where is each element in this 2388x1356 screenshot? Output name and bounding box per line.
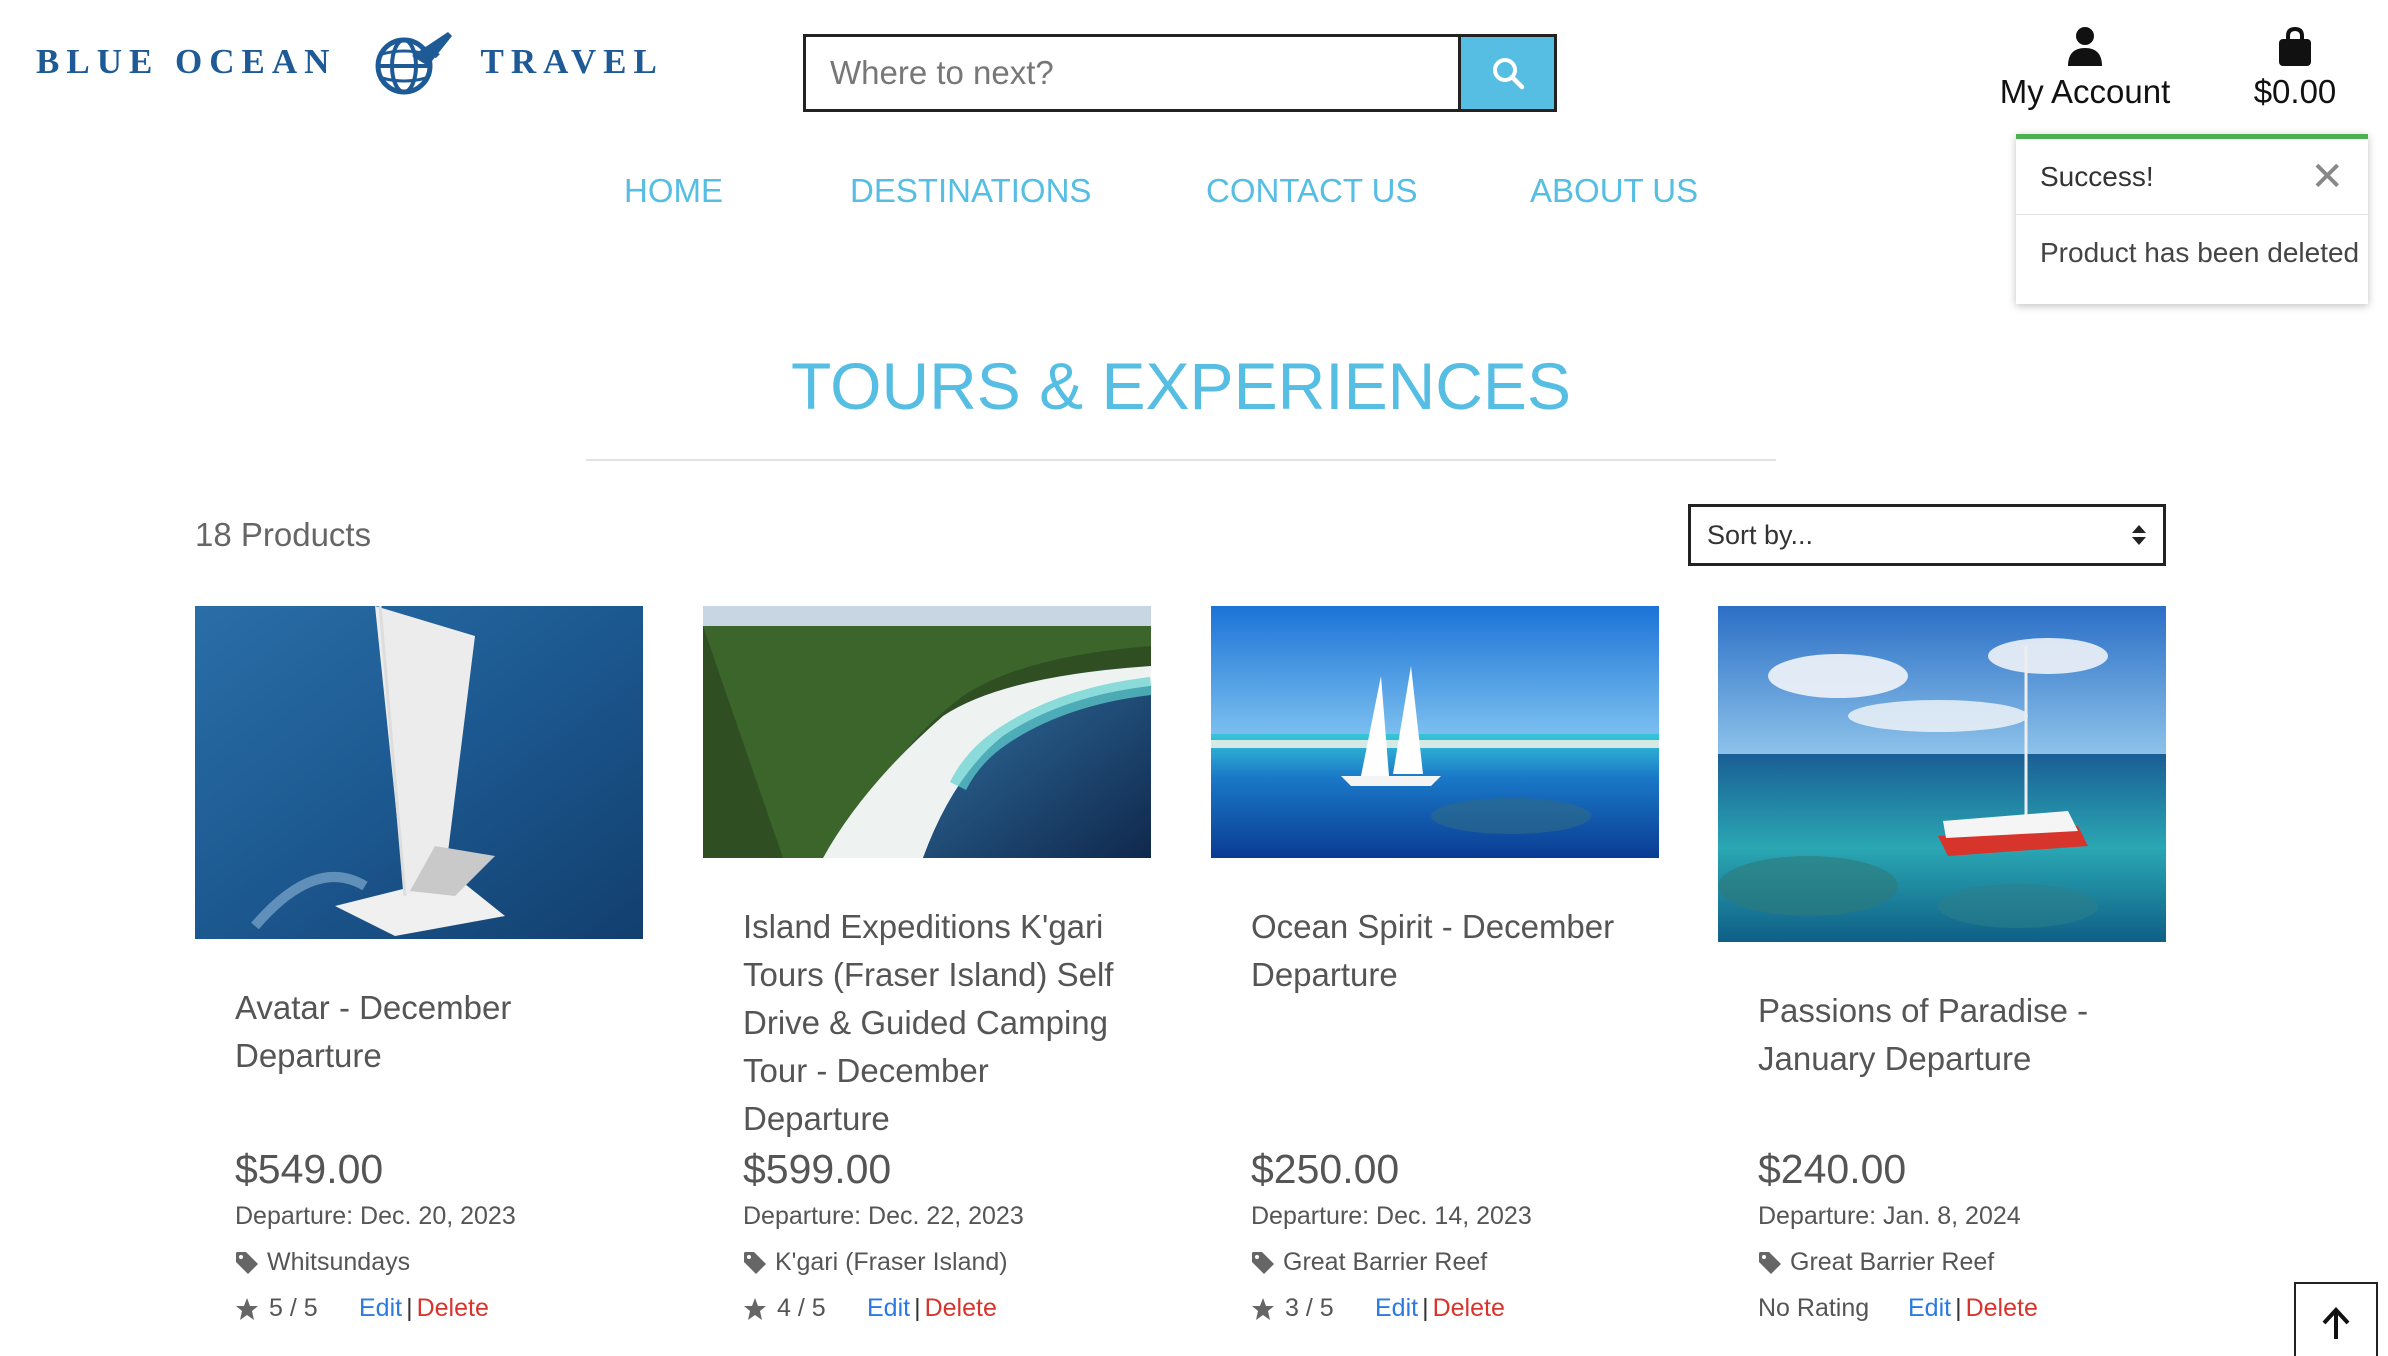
rating-value: 4 / 5 [777,1294,826,1322]
product-image[interactable] [703,606,1151,858]
nav-destinations[interactable]: DESTINATIONS [850,172,1091,210]
sort-select[interactable]: Sort by... [1688,504,2166,566]
tag-icon [236,1251,258,1274]
product-title[interactable]: Avatar - December Departure [235,984,615,1080]
product-location[interactable]: Great Barrier Reef [1251,1248,1487,1277]
star-icon [1252,1297,1274,1320]
search-icon [1492,58,1524,90]
product-title[interactable]: Ocean Spirit - December Departure [1251,903,1631,999]
brand-name-right: TRAVEL [480,42,664,81]
product-location[interactable]: K'gari (Fraser Island) [743,1248,1008,1277]
product-card: Avatar - December Departure $549.00 Depa… [195,606,643,1322]
search-input[interactable] [806,37,1458,109]
rating-value: 5 / 5 [269,1294,318,1322]
shopping-bag-link[interactable]: $0.00 [2240,26,2350,111]
product-departure: Departure: Dec. 22, 2023 [743,1202,1024,1230]
toast-header: Success! ✕ [2016,139,2368,215]
product-meta: No Rating Edit | Delete [1758,1294,2038,1323]
toast-message: Product has been deleted [2040,237,2360,268]
edit-link[interactable]: Edit [867,1294,910,1323]
arrow-up-icon [2322,1307,2350,1339]
bag-total: $0.00 [2253,73,2337,110]
product-meta: 5 / 5 Edit | Delete [235,1294,489,1323]
tag-icon [1252,1251,1274,1274]
star-icon [236,1297,258,1320]
product-price: $250.00 [1251,1146,1400,1192]
shopping-bag-icon [2279,26,2311,66]
nav-home[interactable]: HOME [624,172,723,210]
nav-contact-us[interactable]: CONTACT US [1206,172,1417,210]
my-account-link[interactable]: My Account [1990,26,2180,111]
separator: | [1422,1294,1429,1322]
location-label: Great Barrier Reef [1790,1248,1995,1276]
product-card: Ocean Spirit - December Departure $250.0… [1211,606,1659,1322]
rating-value: 3 / 5 [1285,1294,1334,1322]
my-account-label: My Account [1999,73,2171,110]
product-price: $240.00 [1758,1146,1907,1192]
product-departure: Departure: Dec. 20, 2023 [235,1202,516,1230]
search-button[interactable] [1458,37,1554,109]
rating-value: No Rating [1758,1294,1870,1322]
product-title[interactable]: Island Expeditions K'gari Tours (Fraser … [743,903,1123,1143]
location-label: K'gari (Fraser Island) [775,1248,1008,1276]
product-image[interactable] [195,606,643,939]
tag-icon [744,1251,766,1274]
delete-link[interactable]: Delete [417,1294,489,1323]
product-meta: 3 / 5 Edit | Delete [1251,1294,1505,1323]
product-location[interactable]: Whitsundays [235,1248,410,1277]
success-toast: Success! ✕ Product has been deleted [2016,134,2368,304]
separator: | [914,1294,921,1322]
product-price: $549.00 [235,1146,384,1192]
star-icon [744,1297,766,1320]
delete-link[interactable]: Delete [925,1294,997,1323]
product-image[interactable] [1718,606,2166,942]
separator: | [1955,1294,1962,1322]
location-label: Whitsundays [267,1248,411,1276]
product-rating: No Rating [1758,1294,1908,1323]
close-icon[interactable]: ✕ [2310,157,2344,197]
product-rating: 4 / 5 [743,1294,867,1323]
back-to-top-button[interactable] [2294,1282,2378,1356]
product-rating: 3 / 5 [1251,1294,1375,1323]
sort-label: Sort by... [1707,519,1814,550]
separator: | [406,1294,413,1322]
delete-link[interactable]: Delete [1433,1294,1505,1323]
product-departure: Departure: Jan. 8, 2024 [1758,1202,2021,1230]
product-rating: 5 / 5 [235,1294,359,1323]
product-location[interactable]: Great Barrier Reef [1758,1248,1994,1277]
brand-logo[interactable]: BLUE OCEAN TRAVEL [36,26,664,98]
brand-name-left: BLUE OCEAN [36,42,337,81]
search-bar [803,34,1557,112]
product-card: Passions of Paradise - January Departure… [1718,606,2166,1322]
toast-title: Success! [2040,160,2154,192]
product-count: 18 Products [195,516,372,553]
product-image[interactable] [1211,606,1659,858]
title-divider [586,459,1776,461]
edit-link[interactable]: Edit [1375,1294,1418,1323]
edit-link[interactable]: Edit [1908,1294,1951,1323]
globe-plane-icon [375,32,453,95]
product-card: Island Expeditions K'gari Tours (Fraser … [703,606,1151,1322]
product-title[interactable]: Passions of Paradise - January Departure [1758,987,2138,1083]
delete-link[interactable]: Delete [1966,1294,2038,1323]
location-label: Great Barrier Reef [1283,1248,1488,1276]
product-meta: 4 / 5 Edit | Delete [743,1294,997,1323]
edit-link[interactable]: Edit [359,1294,402,1323]
select-arrows-icon [2132,525,2146,545]
user-icon [2068,27,2102,66]
product-price: $599.00 [743,1146,892,1192]
tag-icon [1759,1251,1781,1274]
page-title: TOURS & EXPERIENCES [791,349,1571,423]
product-departure: Departure: Dec. 14, 2023 [1251,1202,1532,1230]
nav-about-us[interactable]: ABOUT US [1530,172,1698,210]
